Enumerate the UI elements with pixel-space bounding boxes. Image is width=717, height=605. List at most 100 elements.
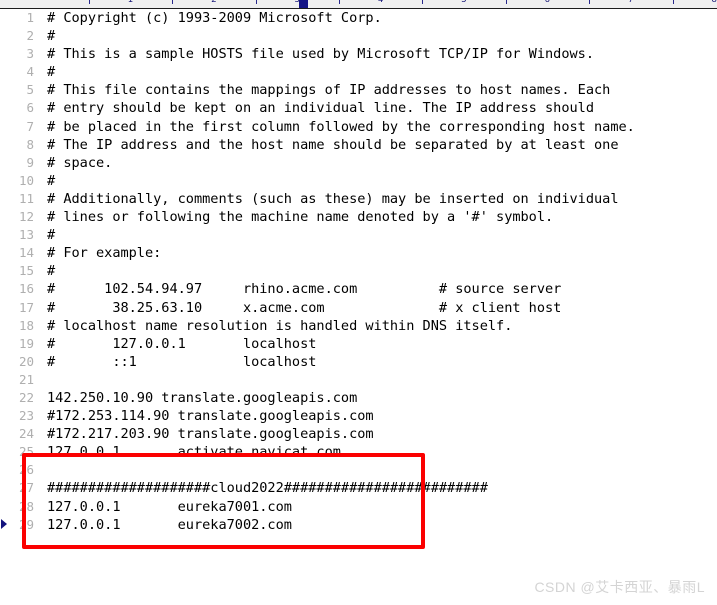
line-number: 5 — [26, 82, 34, 98]
ruler-tick — [338, 0, 340, 4]
code-line-text[interactable]: # 102.54.94.97 rhino.acme.com # source s… — [47, 280, 561, 298]
code-line-text[interactable]: # 127.0.0.1 localhost — [47, 335, 316, 353]
code-line[interactable]: 29 127.0.0.1 eureka7002.com — [0, 516, 717, 534]
code-line-text[interactable]: # localhost name resolution is handled w… — [47, 317, 512, 335]
line-number: 2 — [26, 28, 34, 44]
code-line-text[interactable]: # lines or following the machine name de… — [47, 208, 553, 226]
code-line[interactable]: 3 # This is a sample HOSTS file used by M… — [0, 45, 717, 63]
ruler-label: 8 — [711, 0, 717, 5]
line-number: 4 — [26, 64, 34, 80]
code-line[interactable]: 17 # 38.25.63.10 x.acme.com # x client ho… — [0, 299, 717, 317]
line-number: 13 — [18, 227, 34, 243]
line-number: 12 — [18, 209, 34, 225]
ruler-label: 5 — [461, 0, 467, 5]
code-line-text[interactable]: #172.217.203.90 translate.googleapis.com — [47, 425, 374, 443]
code-line-text[interactable]: # The IP address and the host name shoul… — [47, 136, 619, 154]
ruler-tick — [88, 0, 90, 4]
line-number: 28 — [18, 498, 34, 514]
code-line[interactable]: 20 # ::1 localhost — [0, 353, 717, 371]
code-line[interactable]: 1 # Copyright (c) 1993-2009 Microsoft Cor… — [0, 9, 717, 27]
code-line-text[interactable]: # — [47, 172, 55, 190]
ruler-tick — [422, 0, 424, 4]
ruler-label: 4 — [377, 0, 384, 5]
code-area[interactable]: 1 # Copyright (c) 1993-2009 Microsoft Cor… — [0, 9, 717, 534]
line-number: 26 — [18, 462, 34, 478]
line-number: 18 — [18, 317, 34, 333]
code-line-text[interactable]: # 38.25.63.10 x.acme.com # x client host — [47, 299, 561, 317]
code-line[interactable]: 12 # lines or following the machine name … — [0, 208, 717, 226]
code-line[interactable]: 27 ####################cloud2022#########… — [0, 479, 717, 497]
code-line[interactable]: 19 # 127.0.0.1 localhost — [0, 335, 717, 353]
line-number: 3 — [26, 46, 34, 62]
code-line-text[interactable]: # entry should be kept on an individual … — [47, 99, 594, 117]
editor-body[interactable]: 1 # Copyright (c) 1993-2009 Microsoft Cor… — [0, 9, 717, 605]
line-number: 9 — [26, 154, 34, 170]
line-number: 19 — [18, 335, 34, 351]
line-number: 14 — [18, 245, 34, 261]
code-line-text[interactable]: # Copyright (c) 1993-2009 Microsoft Corp… — [47, 9, 382, 27]
line-number: 27 — [18, 480, 34, 496]
line-number: 24 — [18, 426, 34, 442]
line-number: 20 — [18, 353, 34, 369]
code-line[interactable]: 25 127.0.0.1 activate.navicat.com — [0, 443, 717, 461]
code-line-text[interactable]: # be placed in the first column followed… — [47, 118, 635, 136]
code-line[interactable]: 11 # Additionally, comments (such as thes… — [0, 190, 717, 208]
column-ruler: 12345678 — [0, 0, 717, 9]
code-line-text[interactable]: # ::1 localhost — [47, 353, 316, 371]
code-line[interactable]: 2 # — [0, 27, 717, 45]
ruler-tick — [172, 0, 174, 4]
line-number: 6 — [26, 100, 34, 116]
line-number: 29 — [18, 516, 34, 532]
code-line[interactable]: 16 # 102.54.94.97 rhino.acme.com # source… — [0, 280, 717, 298]
code-line[interactable]: 6 # entry should be kept on an individual… — [0, 99, 717, 117]
code-line-text[interactable]: # This file contains the mappings of IP … — [47, 81, 610, 99]
code-line[interactable]: 24 #172.217.203.90 translate.googleapis.c… — [0, 425, 717, 443]
ruler-label: 1 — [127, 0, 134, 5]
code-line[interactable]: 7 # be placed in the first column followe… — [0, 118, 717, 136]
code-line[interactable]: 15 # — [0, 262, 717, 280]
code-line-text[interactable]: # — [47, 63, 55, 81]
code-line[interactable]: 18 # localhost name resolution is handled… — [0, 317, 717, 335]
code-line[interactable]: 26 — [0, 461, 717, 479]
code-line[interactable]: 4 # — [0, 63, 717, 81]
line-number: 7 — [26, 118, 34, 134]
code-line-text[interactable]: 127.0.0.1 eureka7002.com — [47, 516, 292, 534]
code-line-text[interactable]: # — [47, 27, 55, 45]
line-number: 22 — [18, 389, 34, 405]
ruler-label: 7 — [628, 0, 634, 5]
code-line[interactable]: 13 # — [0, 226, 717, 244]
code-line-text[interactable]: # For example: — [47, 244, 161, 262]
line-number: 21 — [18, 371, 34, 387]
csdn-watermark: CSDN @艾卡西亚、暴雨L — [534, 579, 705, 595]
code-line[interactable]: 23 #172.253.114.90 translate.googleapis.c… — [0, 407, 717, 425]
ruler-tick — [255, 0, 257, 4]
text-editor-window: 12345678 1 # Copyright (c) 1993-2009 Micr… — [0, 0, 717, 605]
code-line-text[interactable]: 127.0.0.1 activate.navicat.com — [47, 443, 341, 461]
code-line-text[interactable]: ####################cloud2022###########… — [47, 479, 488, 497]
code-line[interactable]: 5 # This file contains the mappings of IP… — [0, 81, 717, 99]
code-line-text[interactable]: # This is a sample HOSTS file used by Mi… — [47, 45, 594, 63]
code-line[interactable]: 28 127.0.0.1 eureka7001.com — [0, 498, 717, 516]
line-number: 23 — [18, 408, 34, 424]
line-number: 1 — [26, 10, 34, 25]
code-line[interactable]: 21 — [0, 371, 717, 389]
code-line-text[interactable]: 127.0.0.1 eureka7001.com — [47, 498, 292, 516]
code-line-text[interactable]: # space. — [47, 154, 112, 172]
code-line-text[interactable]: #172.253.114.90 translate.googleapis.com — [47, 407, 374, 425]
code-line-text[interactable]: # Additionally, comments (such as these)… — [47, 190, 619, 208]
code-line-text[interactable]: # — [47, 262, 55, 280]
line-number: 17 — [18, 299, 34, 315]
code-line[interactable]: 14 # For example: — [0, 244, 717, 262]
code-line[interactable]: 9 # space. — [0, 154, 717, 172]
line-number: 11 — [18, 190, 34, 206]
code-line[interactable]: 10 # — [0, 172, 717, 190]
line-number: 10 — [18, 172, 34, 188]
code-line[interactable]: 8 # The IP address and the host name shou… — [0, 136, 717, 154]
code-line-text[interactable]: # — [47, 226, 55, 244]
code-line-text[interactable]: 142.250.10.90 translate.googleapis.com — [47, 389, 357, 407]
line-number: 25 — [18, 444, 34, 460]
ruler-caret-indicator — [299, 0, 309, 8]
ruler-tick — [505, 0, 507, 4]
code-line[interactable]: 22 142.250.10.90 translate.googleapis.com — [0, 389, 717, 407]
ruler-tick — [589, 0, 591, 4]
